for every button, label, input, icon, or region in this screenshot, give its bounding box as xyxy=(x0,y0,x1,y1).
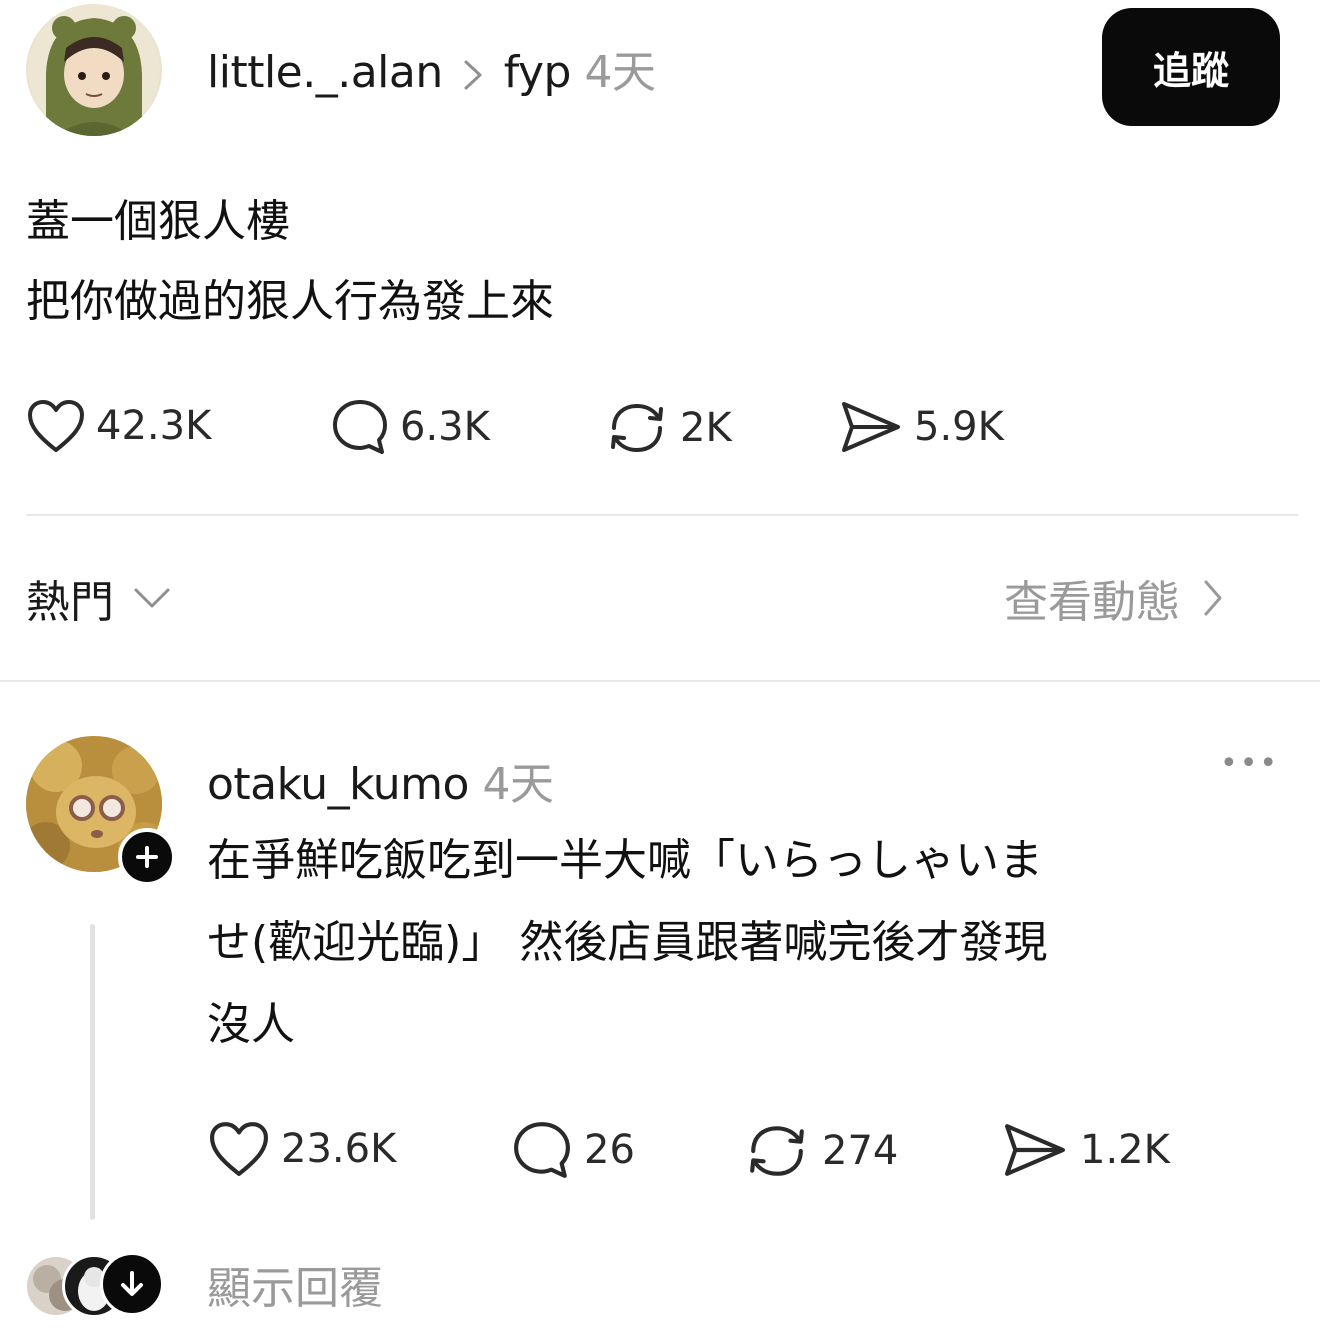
heart-icon xyxy=(28,400,84,452)
comment-button[interactable]: 6.3K xyxy=(330,398,490,456)
divider xyxy=(26,514,1298,516)
repost-icon xyxy=(611,403,663,453)
repost-button[interactable]: 274 xyxy=(742,1120,898,1182)
like-button[interactable]: 42.3K xyxy=(26,398,211,454)
post-author-avatar[interactable] xyxy=(26,4,162,136)
share-count: 5.9K xyxy=(914,404,1004,450)
reply-header: otaku_kumo 4天 xyxy=(207,748,554,812)
sort-label: 熱門 xyxy=(26,577,114,628)
like-count: 23.6K xyxy=(281,1126,397,1172)
show-replies-toggle[interactable] xyxy=(100,1252,164,1316)
follow-plus-button[interactable] xyxy=(118,828,176,886)
divider xyxy=(0,680,1320,682)
post-username[interactable]: little._.alan xyxy=(207,47,443,98)
send-icon xyxy=(1005,1124,1065,1176)
repost-icon xyxy=(750,1126,804,1176)
reply-time: 4天 xyxy=(482,759,554,810)
more-options-icon[interactable]: ••• xyxy=(1220,746,1279,781)
share-button[interactable]: 1.2K xyxy=(1000,1120,1170,1180)
comment-icon xyxy=(514,1122,570,1178)
comment-button[interactable]: 26 xyxy=(510,1120,635,1180)
chevron-right-icon xyxy=(1204,580,1222,616)
like-count: 42.3K xyxy=(96,403,212,449)
reply-text-line: 在爭鮮吃飯吃到一半大喊「いらっしゃいま xyxy=(207,835,1043,886)
send-icon xyxy=(842,402,900,452)
arrow-down-icon xyxy=(121,1271,143,1296)
post-time: 4天 xyxy=(584,47,656,98)
heart-icon xyxy=(209,1122,268,1176)
post-text-line: 蓋一個狠人樓 xyxy=(26,196,290,247)
repost-button[interactable]: 2K xyxy=(604,398,732,458)
chevron-right-icon xyxy=(462,47,498,98)
reply-text-line: 沒人 xyxy=(207,999,295,1050)
avatar-illustration xyxy=(28,4,160,136)
thread-line xyxy=(90,924,95,1220)
post-header: little._.alan fyp 4天 xyxy=(207,36,656,100)
view-activity-label: 查看動態 xyxy=(1004,577,1180,628)
show-replies-link[interactable]: 顯示回覆 xyxy=(207,1252,383,1316)
view-activity-link[interactable]: 查看動態 xyxy=(1004,566,1224,630)
plus-icon xyxy=(136,846,158,868)
comment-icon xyxy=(333,400,387,454)
comment-count: 26 xyxy=(584,1127,635,1173)
reply-username[interactable]: otaku_kumo xyxy=(207,759,469,810)
reply-text-line: せ(歡迎光臨)」 然後店員跟著喊完後才發現 xyxy=(207,917,1048,968)
like-button[interactable]: 23.6K xyxy=(207,1120,396,1178)
share-count: 1.2K xyxy=(1080,1127,1170,1173)
chevron-down-icon xyxy=(134,588,170,608)
reply-body: 在爭鮮吃飯吃到一半大喊「いらっしゃいま せ(歡迎光臨)」 然後店員跟著喊完後才發… xyxy=(207,820,1047,1066)
post-body: 蓋一個狠人樓 把你做過的狠人行為發上來 xyxy=(26,182,554,342)
follow-button[interactable]: 追蹤 xyxy=(1102,8,1280,126)
repost-count: 2K xyxy=(680,405,732,451)
share-button[interactable]: 5.9K xyxy=(838,398,1004,456)
sort-dropdown[interactable]: 熱門 xyxy=(26,566,172,630)
repost-count: 274 xyxy=(822,1128,899,1174)
comment-count: 6.3K xyxy=(400,404,490,450)
post-text-line: 把你做過的狠人行為發上來 xyxy=(26,276,554,327)
post-topic[interactable]: fyp xyxy=(504,47,572,98)
